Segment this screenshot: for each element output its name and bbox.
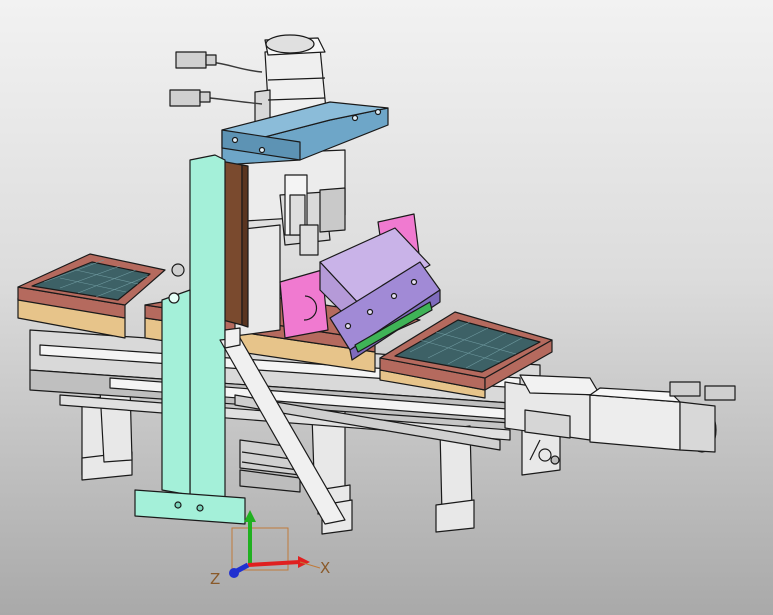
z-axis-label: Z xyxy=(210,570,221,588)
blue-top-plate xyxy=(221,101,389,166)
cad-viewport[interactable]: X Z xyxy=(0,0,773,615)
cable-icon xyxy=(209,61,263,105)
assembly-scene xyxy=(17,34,736,578)
connector-icon xyxy=(169,51,217,107)
x-axis-label: X xyxy=(320,559,331,577)
left-tray xyxy=(17,253,166,339)
